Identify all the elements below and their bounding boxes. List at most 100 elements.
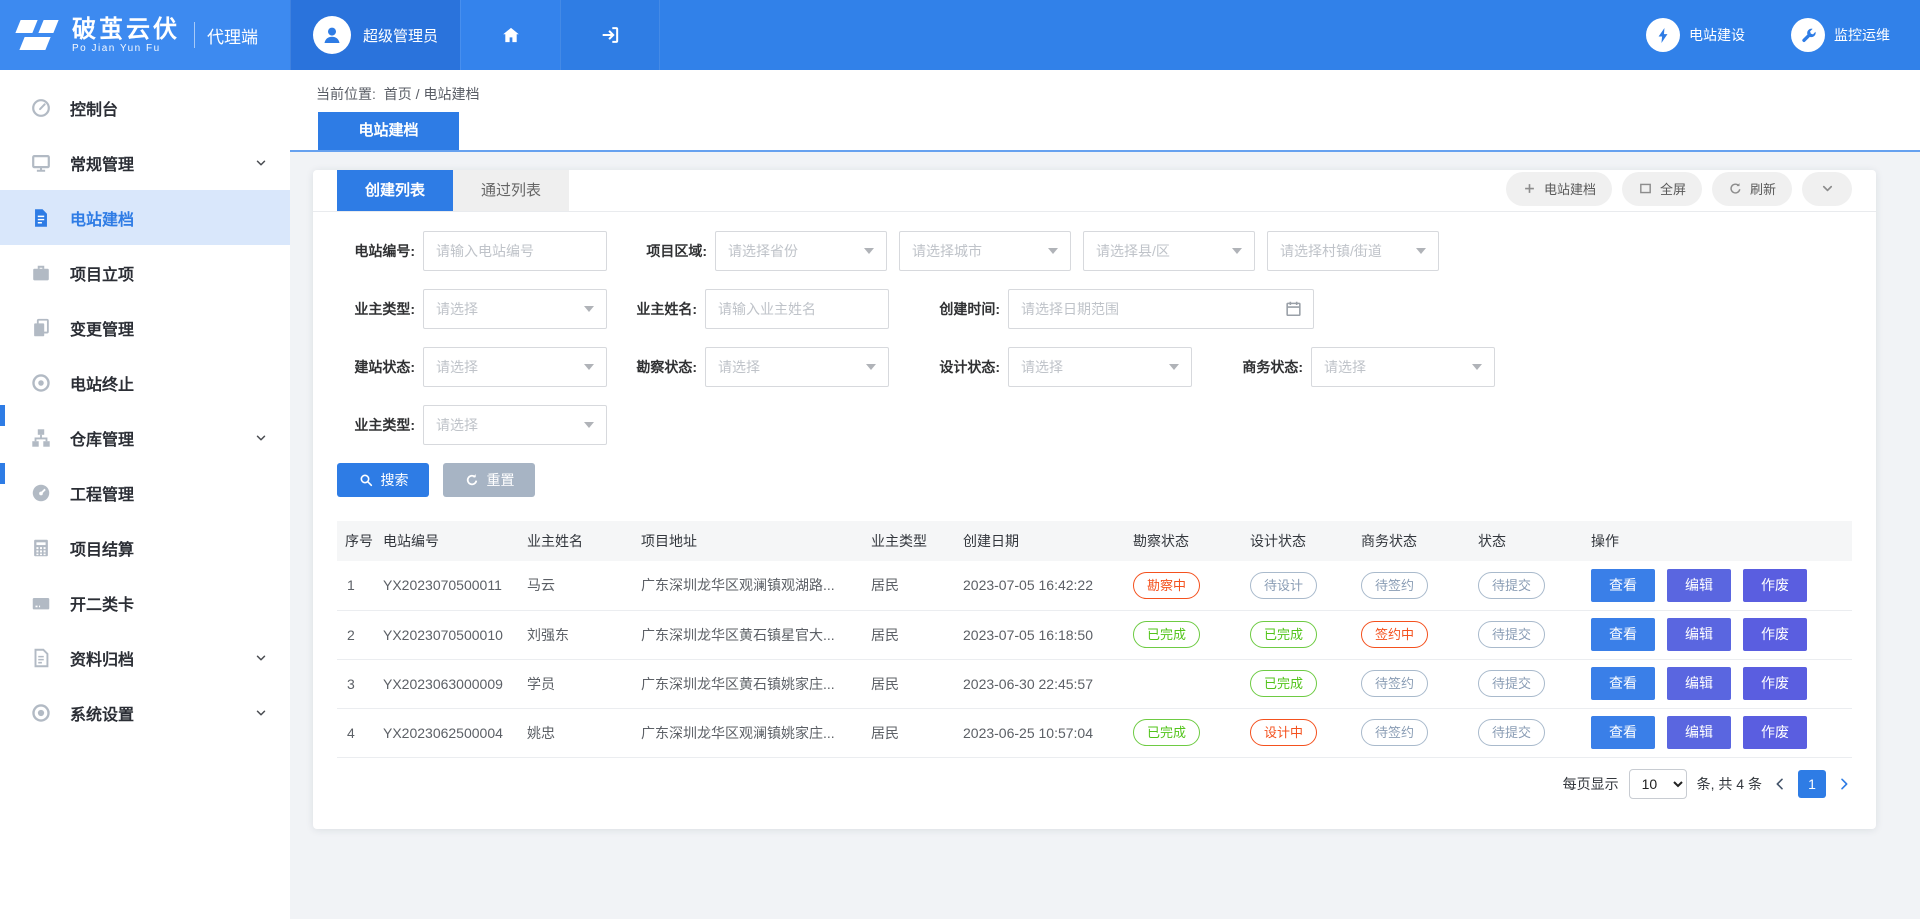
station-code: YX2023070500010 — [379, 610, 523, 659]
sidebar-item-monitor[interactable]: 常规管理 — [0, 135, 290, 190]
county-select[interactable]: 请选择县/区 — [1083, 231, 1255, 271]
add-station-button[interactable]: 电站建档 — [1506, 172, 1612, 206]
status-badge: 勘察中 — [1133, 572, 1200, 599]
owner-type-select[interactable]: 请选择 — [423, 289, 607, 329]
sidebar-item-sitemap[interactable]: 仓库管理 — [0, 410, 290, 465]
sidebar-item-gauge[interactable]: 控制台 — [0, 80, 290, 135]
sidebar-item-label: 变更管理 — [70, 316, 134, 340]
sidebar-item-target[interactable]: 系统设置 — [0, 685, 290, 740]
fullscreen-button[interactable]: 全屏 — [1622, 172, 1702, 206]
monitor-icon — [30, 152, 52, 174]
sidebar-item-calculator[interactable]: 项目结算 — [0, 520, 290, 575]
logout-button[interactable] — [560, 0, 660, 70]
search-button[interactable]: 搜索 — [337, 463, 429, 497]
breadcrumb-path[interactable]: 首页 / 电站建档 — [384, 86, 480, 102]
owner-name-input[interactable] — [705, 289, 889, 329]
design-status-select[interactable]: 请选择 — [1008, 347, 1192, 387]
logo-icon — [16, 17, 62, 53]
sidebar-scrollbar-thumb[interactable] — [0, 405, 5, 426]
bolt-icon — [1646, 18, 1680, 52]
view-button[interactable]: 查看 — [1591, 618, 1655, 651]
table-row: 2YX2023070500010刘强东广东深圳龙华区黄石镇星官大...居民202… — [337, 610, 1852, 659]
prev-page-button[interactable] — [1772, 776, 1788, 792]
row-index: 3 — [337, 659, 379, 708]
caret-down-icon — [1169, 364, 1179, 370]
nav-station-build[interactable]: 电站建设 — [1646, 18, 1745, 52]
edit-button[interactable]: 编辑 — [1667, 667, 1731, 700]
business-status-cell: 待签约 — [1357, 708, 1474, 757]
caret-down-icon — [1416, 248, 1426, 254]
refresh-button[interactable]: 刷新 — [1712, 172, 1792, 206]
home-button[interactable] — [460, 0, 560, 70]
owner-name: 刘强东 — [523, 610, 637, 659]
user-menu[interactable]: 超级管理员 — [290, 0, 460, 70]
pagination: 每页显示 10 条, 共 4 条 1 — [337, 769, 1852, 799]
view-button[interactable]: 查看 — [1591, 716, 1655, 749]
sidebar-item-label: 开二类卡 — [70, 591, 134, 615]
actions-cell: 查看编辑作废 — [1587, 708, 1852, 757]
design-status-cell: 已完成 — [1246, 659, 1357, 708]
created-date: 2023-06-30 22:45:57 — [959, 659, 1129, 708]
total-count-label: 条, 共 4 条 — [1697, 774, 1762, 794]
page-tab[interactable]: 电站建档 — [318, 112, 459, 150]
filter-row: 建站状态: 请选择 勘察状态: 请选择 设计状态: 请选择 商务状态: 请选择 — [337, 347, 1852, 387]
date-range-input[interactable] — [1008, 289, 1314, 329]
village-select[interactable]: 请选择村镇/街道 — [1267, 231, 1439, 271]
chevron-down-icon — [1820, 181, 1835, 196]
void-button[interactable]: 作废 — [1743, 569, 1807, 602]
edit-button[interactable]: 编辑 — [1667, 618, 1731, 651]
view-button[interactable]: 查看 — [1591, 569, 1655, 602]
sidebar-item-archive[interactable]: 资料归档 — [0, 630, 290, 685]
city-select[interactable]: 请选择城市 — [899, 231, 1071, 271]
sidebar-item-meter[interactable]: 工程管理 — [0, 465, 290, 520]
status-badge: 已完成 — [1133, 719, 1200, 746]
sidebar-item-document[interactable]: 电站建档 — [0, 190, 290, 245]
reset-button[interactable]: 重置 — [443, 463, 535, 497]
filter-label: 商务状态: — [1225, 357, 1303, 377]
sidebar-item-record[interactable]: 电站终止 — [0, 355, 290, 410]
stations-table: 序号电站编号业主姓名项目地址业主类型创建日期勘察状态设计状态商务状态状态操作 1… — [337, 521, 1852, 758]
survey-status-select[interactable]: 请选择 — [705, 347, 889, 387]
sidebar-item-label: 项目结算 — [70, 536, 134, 560]
calendar-icon — [1284, 299, 1303, 318]
view-button[interactable]: 查看 — [1591, 667, 1655, 700]
tab-create-list[interactable]: 创建列表 — [337, 170, 453, 211]
void-button[interactable]: 作废 — [1743, 667, 1807, 700]
edit-button[interactable]: 编辑 — [1667, 569, 1731, 602]
owner-type: 居民 — [867, 659, 959, 708]
business-status-select[interactable]: 请选择 — [1311, 347, 1495, 387]
column-header: 勘察状态 — [1129, 521, 1246, 561]
station-code-input[interactable] — [423, 231, 607, 271]
wrench-icon — [1791, 18, 1825, 52]
sidebar-item-bank-card[interactable]: 开二类卡 — [0, 575, 290, 630]
sidebar-scrollbar-thumb[interactable] — [0, 463, 5, 484]
current-page[interactable]: 1 — [1798, 770, 1826, 798]
edit-button[interactable]: 编辑 — [1667, 716, 1731, 749]
sidebar-item-copy[interactable]: 变更管理 — [0, 300, 290, 355]
logout-icon — [599, 24, 621, 46]
sidebar: 控制台常规管理电站建档项目立项变更管理电站终止仓库管理工程管理项目结算开二类卡资… — [0, 70, 290, 919]
void-button[interactable]: 作废 — [1743, 618, 1807, 651]
sidebar-item-label: 常规管理 — [70, 151, 134, 175]
refresh-icon — [1728, 181, 1743, 196]
actions-cell: 查看编辑作废 — [1587, 610, 1852, 659]
column-header: 创建日期 — [959, 521, 1129, 561]
per-page-select[interactable]: 10 — [1629, 769, 1687, 799]
province-select[interactable]: 请选择省份 — [715, 231, 887, 271]
station-code: YX2023070500011 — [379, 561, 523, 610]
sidebar-item-briefcase[interactable]: 项目立项 — [0, 245, 290, 300]
owner-type: 居民 — [867, 561, 959, 610]
column-header: 电站编号 — [379, 521, 523, 561]
build-status-select[interactable]: 请选择 — [423, 347, 607, 387]
void-button[interactable]: 作废 — [1743, 716, 1807, 749]
next-page-button[interactable] — [1836, 776, 1852, 792]
app-logo[interactable]: 破茧云伏 Po Jian Yun Fu 代理端 — [0, 0, 290, 70]
meter-icon — [30, 482, 52, 504]
collapse-button[interactable] — [1802, 172, 1852, 206]
sidebar-item-label: 系统设置 — [70, 701, 134, 725]
caret-down-icon — [584, 422, 594, 428]
portal-label: 代理端 — [207, 23, 258, 48]
tab-passed-list[interactable]: 通过列表 — [453, 170, 569, 211]
owner-type2-select[interactable]: 请选择 — [423, 405, 607, 445]
nav-monitor-ops[interactable]: 监控运维 — [1791, 18, 1890, 52]
